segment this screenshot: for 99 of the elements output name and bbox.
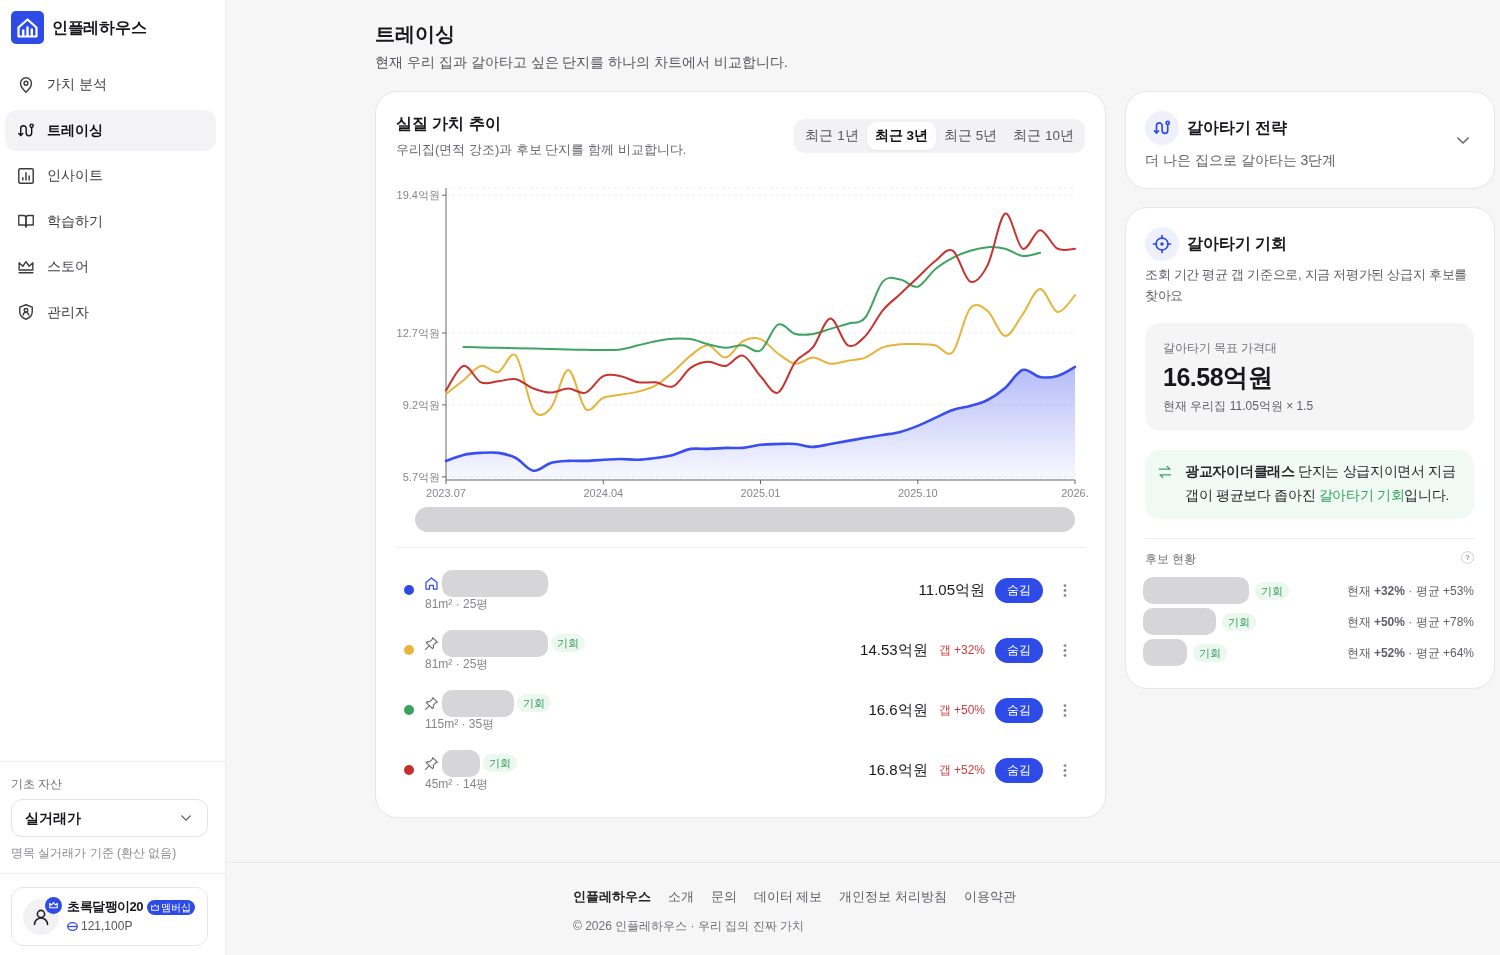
chevron-down-icon (181, 815, 191, 821)
nav-item[interactable]: 가치 분석 (5, 64, 216, 106)
gap-summary-text: 현재 +50% · 평균 +78% (1346, 613, 1474, 631)
gap-text: 갭 +50% (938, 702, 985, 719)
points-text: 121,100P (81, 918, 133, 935)
period-tab[interactable]: 최근 5년 (935, 122, 1006, 150)
more-icon[interactable] (1063, 703, 1067, 717)
axis-tick-label: 12.7억원 (396, 327, 440, 339)
price-text: 16.8억원 (868, 759, 928, 780)
target-note: 현재 우리집 11.05억원 × 1.5 (1163, 398, 1314, 414)
target-label: 갈아타기 목표 가격대 (1163, 341, 1278, 356)
card-description: 조회 기간 평균 갭 기준으로, 지금 저평가된 상급지 후보를 찾아요 (1145, 266, 1468, 305)
nav-item[interactable]: 학습하기 (5, 200, 216, 242)
footer-link[interactable]: 데이터 제보 (754, 888, 823, 906)
route-icon (18, 122, 34, 139)
house-icon (425, 576, 438, 590)
pin-icon (425, 756, 438, 770)
asset-select[interactable]: 실거래가 (11, 799, 208, 837)
hide-button[interactable]: 숨김 (995, 637, 1043, 663)
route-icon (1145, 111, 1179, 145)
gap-text: 갭 +32% (938, 642, 985, 659)
axis-tick-label: 9.2억원 (402, 398, 440, 411)
period-tab[interactable]: 최근 10년 (1005, 122, 1082, 150)
unit-size-text: 115m² · 35평 (425, 716, 495, 731)
axis-tick-label: 2023.07 (426, 487, 466, 499)
price-text: 11.05억원 (918, 579, 985, 600)
nav-item[interactable]: 트레이싱 (5, 109, 216, 151)
crown-icon (150, 903, 159, 911)
footer-link[interactable]: 이용약관 (963, 888, 1016, 906)
card-subtitle: 우리집(면적 강조)과 후보 단지를 함께 비교합니다. (396, 141, 687, 159)
user-name: 초록달팽이20 (67, 898, 143, 916)
redacted-name-block (442, 689, 514, 717)
brand-name: 인플레하우스 (52, 17, 147, 38)
crown-icon (18, 258, 34, 275)
book-icon (18, 213, 34, 230)
gap-summary-text: 현재 +32% · 평균 +53% (1346, 582, 1474, 600)
card-subtitle: 더 나은 집으로 갈아타는 3단계 (1145, 151, 1337, 169)
strategy-card[interactable]: 갈아타기 전략 더 나은 집으로 갈아타는 3단계 (1125, 91, 1495, 189)
membership-label: 멤버십 (160, 900, 191, 914)
axis-tick-label: 5.7억원 (402, 470, 440, 483)
section-label: 후보 현황 (1145, 551, 1197, 567)
chevron-down-icon[interactable] (1457, 136, 1469, 144)
hide-button[interactable]: 숨김 (995, 577, 1043, 603)
target-icon (1145, 227, 1179, 261)
axis-tick-label: 2025.01 (740, 487, 781, 499)
target-price: 16.58억원 (1163, 362, 1273, 392)
gap-summary-text: 현재 +52% · 평균 +64% (1346, 644, 1474, 662)
opportunity-tag: 기회 (1255, 581, 1289, 600)
redacted-name-block (1143, 639, 1187, 666)
hide-button[interactable]: 숨김 (995, 697, 1043, 723)
shield-user-icon (18, 304, 34, 321)
opportunity-tag: 기회 (1193, 643, 1227, 662)
price-text: 16.6억원 (868, 699, 928, 720)
opportunity-tag: 기회 (517, 694, 551, 712)
card-title: 갈아타기 전략 (1187, 118, 1288, 138)
logo-icon (11, 11, 44, 44)
nav-item[interactable]: 인사이트 (5, 155, 216, 197)
more-icon[interactable] (1063, 763, 1067, 777)
footer-link[interactable]: 소개 (668, 888, 694, 906)
pin-icon (425, 696, 438, 710)
footer-link[interactable]: 인플레하우스 (573, 888, 651, 906)
copyright-text: © 2026 인플레하우스 · 우리 집의 진짜 가치 (573, 918, 804, 935)
nav-item[interactable]: 스토어 (5, 246, 216, 288)
chart-scrollbar[interactable] (415, 507, 1075, 532)
period-tab[interactable]: 최근 1년 (797, 122, 867, 150)
footer-link[interactable]: 문의 (711, 888, 737, 906)
opportunity-tag: 기회 (551, 634, 585, 652)
gap-text: 갭 +52% (938, 762, 985, 779)
callout-text: 광교자이더클래스 단지는 상급지이면서 지금 갭이 평균보다 좁아진 갈아타기 기회입니다. (1185, 463, 1457, 505)
field-label: 기초 자산 (11, 776, 63, 792)
axis-tick-label: 2025.10 (897, 487, 938, 499)
more-icon[interactable] (1063, 583, 1067, 597)
price-text: 14.53억원 (860, 639, 928, 660)
card-title: 실질 가치 추이 (396, 114, 501, 134)
unit-size-text: 81m² · 25평 (425, 656, 489, 671)
swap-arrows-icon (1158, 466, 1172, 478)
axis-tick-label: 2026. (1061, 487, 1089, 499)
opportunity-tag: 기회 (1222, 612, 1256, 631)
unit-size-text: 81m² · 25평 (425, 596, 489, 611)
more-icon[interactable] (1063, 643, 1067, 657)
user-card[interactable]: 초록달팽이20 멤버십 121,100P (11, 887, 208, 946)
page-title: 트레이싱 (375, 22, 455, 46)
period-tab[interactable]: 최근 3년 (866, 122, 936, 150)
footer-link[interactable]: 개인정보 처리방침 (839, 888, 947, 906)
axis-tick-label: 19.4억원 (396, 189, 440, 202)
hint-text: 명목 실거래가 기준 (환산 없음) (11, 845, 177, 861)
hide-button[interactable]: 숨김 (995, 757, 1043, 783)
bar-chart-icon (18, 167, 34, 184)
unit-size-text: 45m² · 14평 (425, 776, 489, 791)
pin-icon (425, 636, 438, 650)
redacted-name-block (442, 749, 480, 777)
axis-tick-label: 2024.04 (583, 487, 624, 499)
coin-icon (67, 921, 78, 931)
card-title: 갈아타기 기회 (1187, 234, 1288, 254)
map-pin-icon (18, 76, 34, 93)
nav-item[interactable]: 관리자 (5, 291, 216, 333)
page-subtitle: 현재 우리 집과 갈아타고 싶은 단지를 하나의 차트에서 비교합니다. (375, 53, 788, 71)
crown-badge-icon (45, 896, 62, 914)
opportunity-tag: 기회 (483, 754, 517, 772)
